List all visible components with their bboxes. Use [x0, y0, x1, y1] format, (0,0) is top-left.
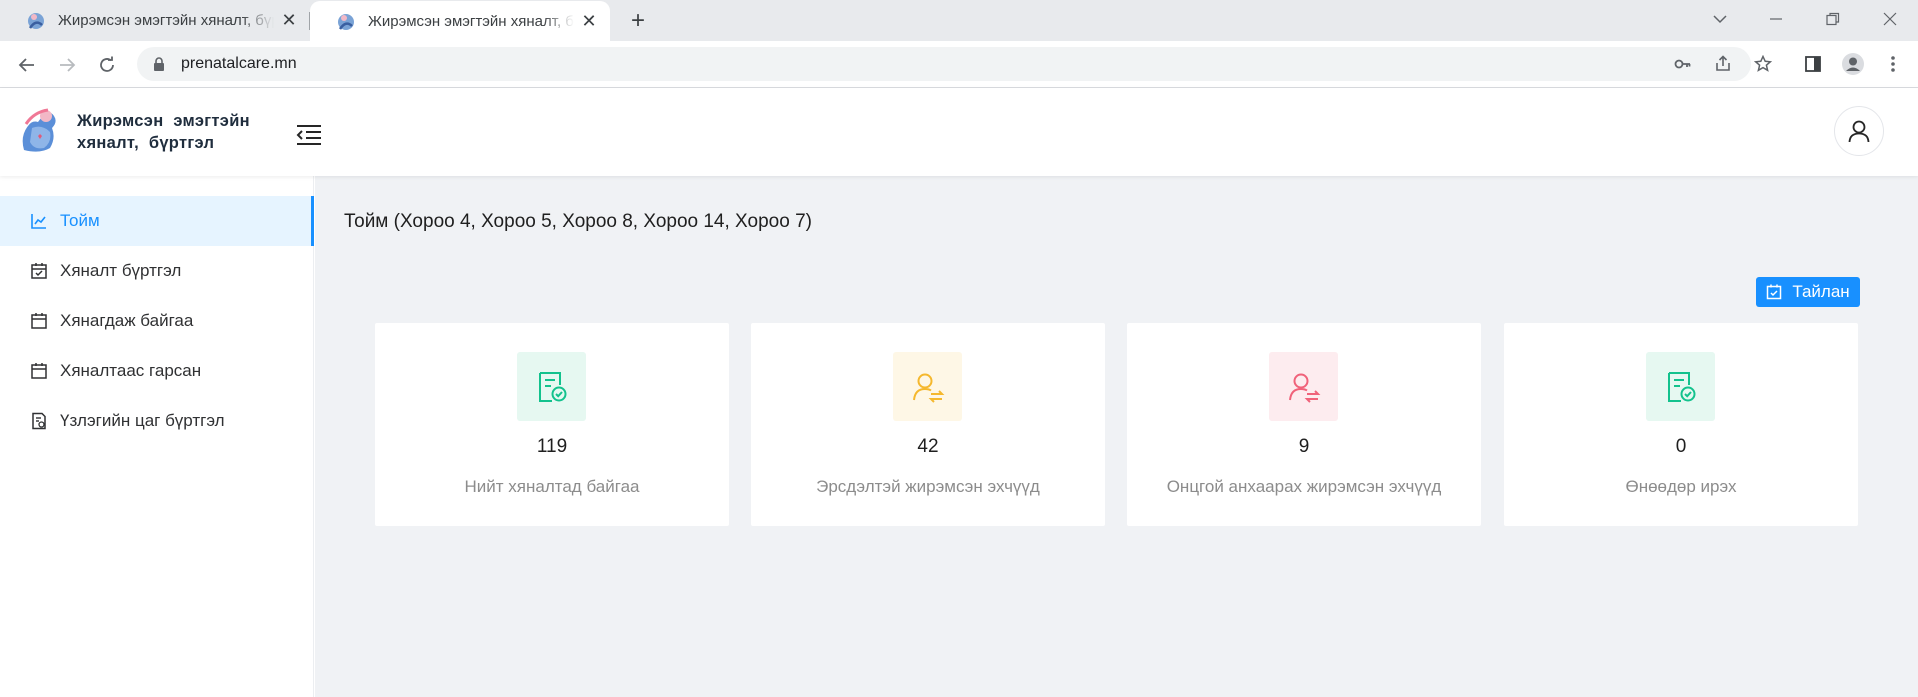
sidebar-item-overview[interactable]: Тойм: [0, 196, 314, 246]
user-avatar-button[interactable]: [1834, 106, 1884, 156]
close-tab-icon[interactable]: ✕: [580, 11, 598, 31]
back-icon[interactable]: [13, 51, 41, 79]
sidebar-item-label: Хянагдаж байгаа: [60, 311, 194, 330]
stat-icon-box: [893, 352, 962, 421]
calendar-icon: [31, 363, 47, 379]
tab-search-icon[interactable]: [1702, 6, 1738, 32]
menu-fold-icon[interactable]: [296, 124, 322, 146]
main-content: Тойм (Хороо 4, Хороо 5, Хороо 8, Хороо 1…: [315, 176, 1918, 697]
new-tab-icon[interactable]: +: [625, 7, 651, 34]
sidebar-item-discharged[interactable]: Хяналтаас гарсан: [0, 346, 314, 396]
stat-value: 9: [1298, 436, 1310, 457]
calendar-check-icon: [1767, 284, 1782, 300]
app-title: Жирэмсэн эмэгтэйн хяналт, бүртгэл: [77, 112, 250, 152]
reload-icon[interactable]: [93, 51, 121, 79]
app-logo-icon: [22, 108, 56, 152]
restore-icon[interactable]: [1815, 6, 1851, 32]
stat-icon-box: [1646, 352, 1715, 421]
page-title: Тойм (Хороо 4, Хороо 5, Хороо 8, Хороо 1…: [344, 211, 812, 232]
minimize-icon[interactable]: [1758, 6, 1794, 32]
user-swap-icon: [1288, 373, 1320, 403]
app-favicon-icon: [338, 13, 354, 30]
user-icon: [1848, 120, 1870, 143]
sidebar-item-appointments[interactable]: Үзлэгийн цаг бүртгэл: [0, 396, 314, 446]
stat-label: Эрсдэлтэй жирэмсэн эхчүүд: [816, 477, 1040, 496]
profile-icon[interactable]: [1838, 49, 1868, 79]
stat-card-risk: 42 Эрсдэлтэй жирэмсэн эхчүүд: [751, 323, 1105, 526]
stat-card-today: 0 Өнөөдөр ирэх: [1504, 323, 1858, 526]
more-menu-icon[interactable]: [1878, 49, 1908, 79]
browser-toolbar: prenatalcare.mn: [0, 41, 1918, 88]
stat-icon-box: [517, 352, 586, 421]
document-check-icon: [1667, 371, 1695, 402]
share-icon[interactable]: [1708, 49, 1738, 79]
bookmark-star-icon[interactable]: [1748, 49, 1778, 79]
sidebar-item-label: Үзлэгийн цаг бүртгэл: [60, 411, 225, 430]
browser-tab[interactable]: Жирэмсэн эмэгтэйн хяналт, бүртгэл ✕: [0, 0, 310, 41]
report-button-label: Тайлан: [1792, 282, 1850, 301]
stat-icon-box: [1269, 352, 1338, 421]
app-favicon-icon: [28, 12, 44, 29]
close-window-icon[interactable]: [1872, 6, 1908, 32]
stat-value: 42: [917, 436, 939, 457]
lock-icon: [154, 57, 164, 71]
calendar-icon: [31, 313, 47, 329]
tab-title: Жирэмсэн эмэгтэйн хяналт, бүртгэл: [58, 12, 274, 29]
stat-label: Нийт хяналтад байгаа: [464, 477, 640, 496]
stat-label: Өнөөдөр ирэх: [1625, 477, 1737, 496]
stat-card-critical: 9 Онцгой анхаарах жирэмсэн эхчүүд: [1127, 323, 1481, 526]
calendar-check-icon: [31, 263, 47, 279]
key-icon[interactable]: [1668, 49, 1698, 79]
browser-tab-active[interactable]: Жирэмсэн эмэгтэйн хяналт, бүртгэл ✕: [310, 1, 610, 42]
document-clock-icon: [32, 412, 46, 430]
sidebar-item-monitoring[interactable]: Хянагдаж байгаа: [0, 296, 314, 346]
report-button[interactable]: Тайлан: [1756, 277, 1860, 307]
close-tab-icon[interactable]: ✕: [280, 10, 298, 30]
sidebar-item-label: Тойм: [60, 211, 100, 230]
browser-tab-bar: Жирэмсэн эмэгтэйн хяналт, бүртгэл ✕ Жирэ…: [0, 0, 1918, 42]
app-header: Жирэмсэн эмэгтэйн хяналт, бүртгэл: [0, 88, 1918, 176]
stat-label: Онцгой анхаарах жирэмсэн эхчүүд: [1166, 477, 1442, 496]
stat-card-total: 119 Нийт хяналтад байгаа: [375, 323, 729, 526]
stat-value: 119: [536, 436, 568, 457]
side-panel-icon[interactable]: [1798, 49, 1828, 79]
url-text: prenatalcare.mn: [181, 55, 297, 72]
sidebar-item-registration[interactable]: Хяналт бүртгэл: [0, 246, 314, 296]
document-check-icon: [538, 371, 566, 402]
sidebar-item-label: Хяналтаас гарсан: [60, 361, 202, 380]
address-bar[interactable]: prenatalcare.mn: [137, 47, 1751, 81]
sidebar-item-label: Хяналт бүртгэл: [60, 261, 182, 280]
forward-icon[interactable]: [53, 51, 81, 79]
chart-icon: [31, 214, 46, 229]
stat-value: 0: [1675, 436, 1687, 457]
sidebar: Тойм Хяналт бүртгэл Хянагдаж байгаа Хяна…: [0, 176, 314, 697]
tab-title: Жирэмсэн эмэгтэйн хяналт, бүртгэл: [368, 13, 574, 30]
user-swap-icon: [912, 373, 944, 403]
